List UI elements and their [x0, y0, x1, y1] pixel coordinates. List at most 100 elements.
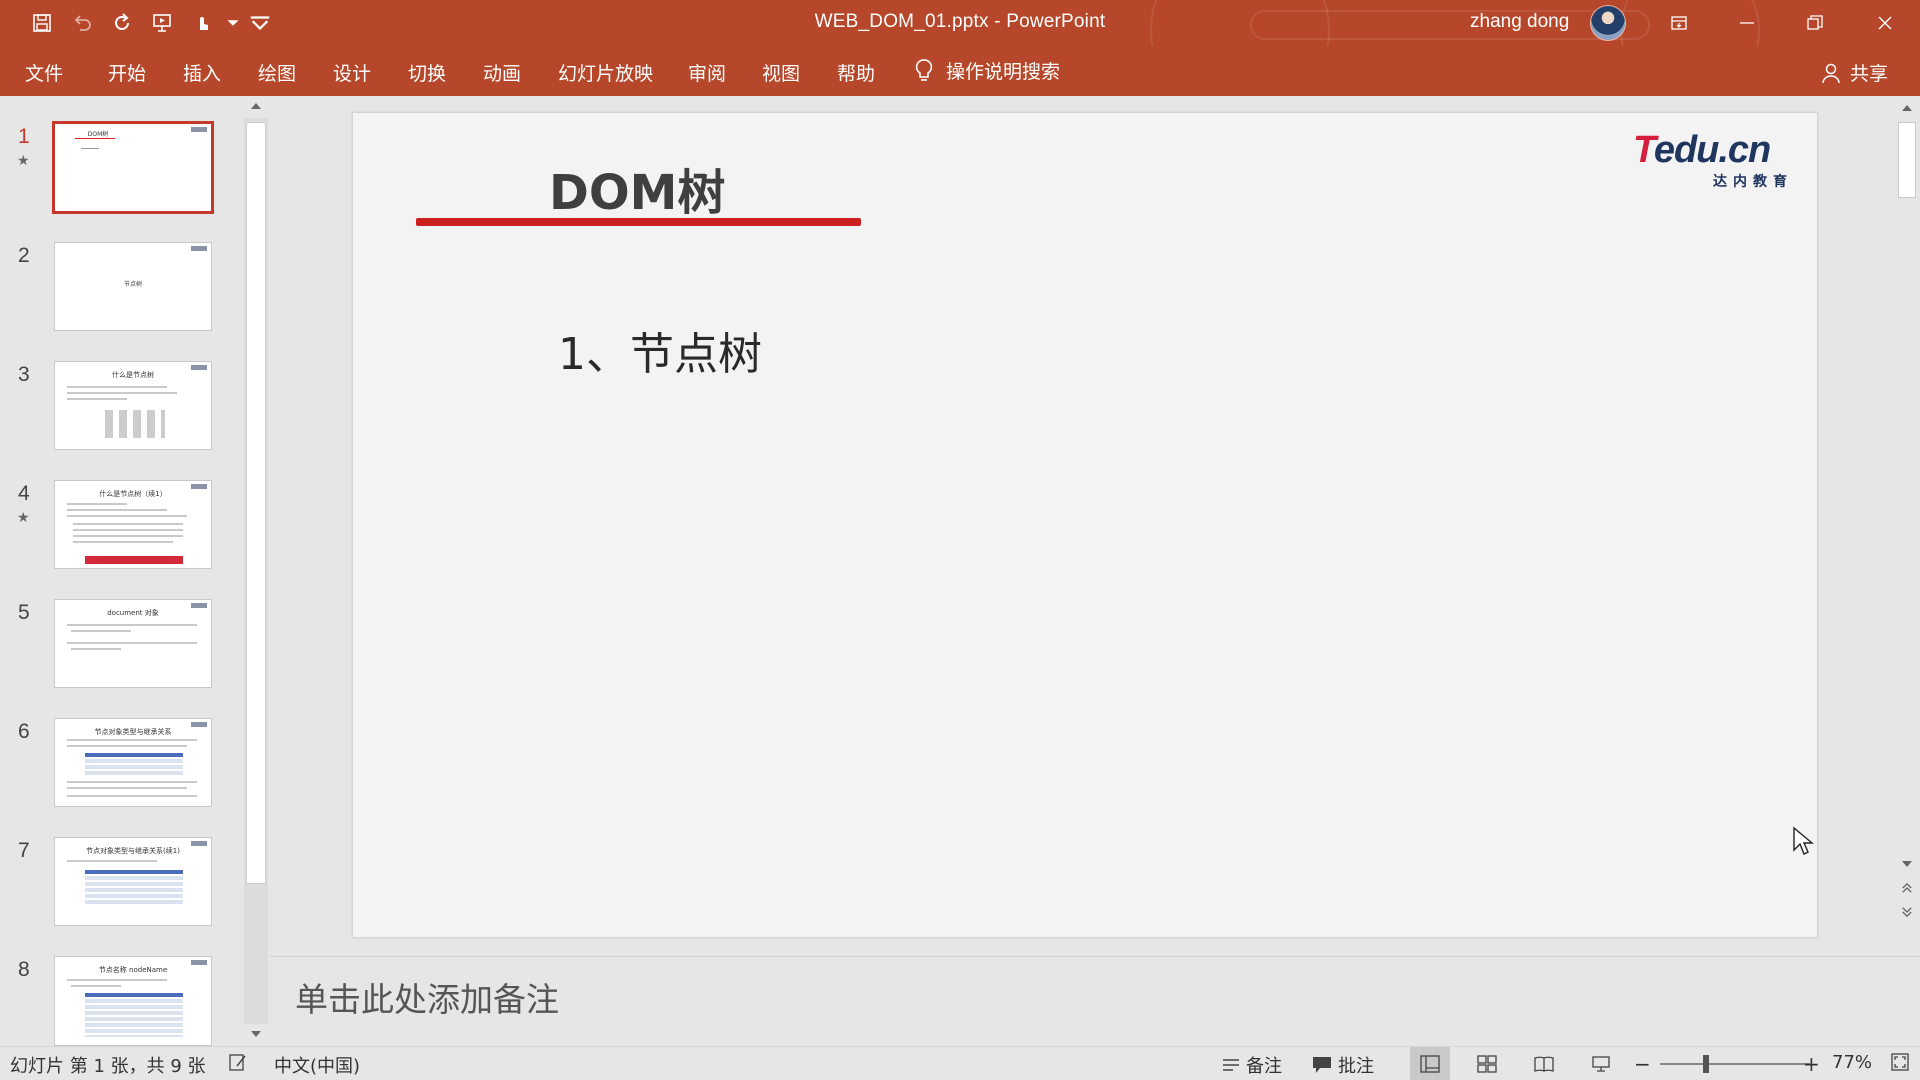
- thumbnail-title: 什么是节点树: [112, 371, 154, 379]
- thumbnail-text-line: [67, 503, 127, 505]
- thumbnail-item[interactable]: 5 document 对象: [0, 599, 240, 709]
- thumbnail-title: 节点名称 nodeName: [98, 966, 168, 974]
- scroll-up-arrow-icon[interactable]: [1895, 98, 1919, 118]
- share-label: 共享: [1850, 63, 1889, 85]
- close-icon[interactable]: [1851, 0, 1919, 46]
- thumbnail-slide-4[interactable]: 什么是节点树（续1）: [54, 480, 212, 569]
- fit-to-window-icon[interactable]: [1890, 1052, 1910, 1072]
- thumbnail-text-line: [81, 148, 99, 149]
- scroll-up-arrow-icon[interactable]: [244, 96, 268, 116]
- zoom-in-button[interactable]: +: [1803, 1052, 1820, 1076]
- comments-toggle-button[interactable]: 批注: [1312, 1052, 1374, 1078]
- slide-sorter-icon[interactable]: [1467, 1047, 1507, 1080]
- tab-slideshow[interactable]: 幻灯片放映: [558, 59, 653, 86]
- comment-icon: [1313, 1057, 1331, 1073]
- tab-insert[interactable]: 插入: [183, 59, 221, 86]
- notes-placeholder[interactable]: 单击此处添加备注: [295, 973, 559, 1021]
- language-indicator[interactable]: 中文(中国): [274, 1052, 360, 1078]
- thumbnail-text-line: [67, 386, 167, 388]
- thumbnail-title: 节点对象类型与继承关系(续1): [86, 847, 180, 855]
- thumbnail-text-line: [67, 624, 197, 626]
- thumbnail-item[interactable]: 7 节点对象类型与继承关系(续1): [0, 837, 240, 947]
- thumbnail-text-line: [67, 745, 187, 747]
- thumbnail-number: 2: [18, 244, 30, 267]
- scroll-down-arrow-icon[interactable]: [244, 1024, 268, 1044]
- thumbnail-item[interactable]: 3 什么是节点树: [0, 361, 240, 471]
- tab-draw[interactable]: 绘图: [258, 59, 296, 86]
- reading-view-icon[interactable]: [1524, 1047, 1564, 1080]
- thumbnail-slide-8[interactable]: 节点名称 nodeName: [54, 956, 212, 1046]
- thumbnail-title: 什么是节点树（续1）: [99, 490, 167, 498]
- thumbnail-slide-3[interactable]: 什么是节点树: [54, 361, 212, 450]
- zoom-level[interactable]: 77%: [1832, 1052, 1872, 1073]
- animation-star-icon: ★: [17, 153, 30, 169]
- slide-scrollbar[interactable]: [1894, 96, 1920, 956]
- thumbnail-item[interactable]: 6 节点对象类型与继承关系: [0, 718, 240, 828]
- slide-title[interactable]: DOM树: [549, 153, 725, 223]
- thumbnail-number: 5: [18, 601, 30, 624]
- thumbnail-slide-2[interactable]: 节点树: [54, 242, 212, 331]
- thumbnail-text-line: [67, 392, 177, 394]
- user-name[interactable]: zhang dong: [1470, 11, 1569, 33]
- thumbnail-slide-6[interactable]: 节点对象类型与继承关系: [54, 718, 212, 807]
- person-icon: [1822, 63, 1840, 83]
- tab-design[interactable]: 设计: [333, 59, 371, 86]
- notes-toggle-button[interactable]: 备注: [1222, 1052, 1282, 1078]
- scroll-thumb[interactable]: [1898, 122, 1916, 198]
- thumbnail-number: 1: [18, 125, 30, 148]
- ribbon-display-options-icon[interactable]: [1645, 0, 1713, 46]
- thumbnail-text-line: [67, 642, 197, 644]
- thumbnail-slide-5[interactable]: document 对象: [54, 599, 212, 688]
- previous-slide-icon[interactable]: [1895, 878, 1919, 898]
- thumbnail-text-line: [67, 398, 127, 400]
- tab-help[interactable]: 帮助: [837, 59, 875, 86]
- next-slide-icon[interactable]: [1895, 902, 1919, 922]
- zoom-slider[interactable]: [1660, 1063, 1810, 1065]
- thumbnail-text-line: [67, 979, 167, 981]
- notes-pane[interactable]: 单击此处添加备注: [270, 956, 1920, 1048]
- thumbnail-table: [85, 753, 183, 775]
- logo-wordmark: Tedu.cn: [1633, 129, 1771, 171]
- document-title: WEB_DOM_01.pptx - PowerPoint: [814, 11, 1106, 32]
- restore-icon[interactable]: [1781, 0, 1849, 46]
- tab-file[interactable]: 文件: [25, 59, 63, 86]
- zoom-slider-thumb[interactable]: [1703, 1055, 1709, 1073]
- thumbnail-item[interactable]: 1 ★ DOM树: [0, 121, 240, 233]
- share-button[interactable]: 共享: [1820, 59, 1888, 86]
- thumbnail-number: 6: [18, 720, 30, 743]
- title-bar: WEB_DOM_01.pptx - PowerPoint zhang dong: [0, 0, 1920, 46]
- tab-animations[interactable]: 动画: [483, 59, 521, 86]
- thumbnail-logo: [191, 246, 207, 251]
- tab-review[interactable]: 审阅: [688, 59, 726, 86]
- status-bar: 幻灯片 第 1 张，共 9 张 中文(中国) 备注 批注 − + 77%: [0, 1046, 1920, 1080]
- slide-body-text[interactable]: 1、节点树: [558, 318, 762, 382]
- thumbnail-scrollbar[interactable]: [244, 96, 268, 1046]
- thumbnail-number: 7: [18, 839, 30, 862]
- tab-view[interactable]: 视图: [762, 59, 800, 86]
- thumbnail-text-line: [73, 541, 173, 543]
- tab-transitions[interactable]: 切换: [408, 59, 446, 86]
- tab-home[interactable]: 开始: [108, 59, 146, 86]
- current-slide[interactable]: DOM树 1、节点树 Tedu.cn 达内教育: [352, 112, 1818, 938]
- thumbnail-text-line: [71, 648, 121, 650]
- scroll-down-arrow-icon[interactable]: [1895, 854, 1919, 874]
- slide-editing-area: DOM树 1、节点树 Tedu.cn 达内教育: [270, 96, 1892, 954]
- zoom-out-button[interactable]: −: [1634, 1052, 1651, 1076]
- thumbnail-item[interactable]: 2 节点树: [0, 242, 240, 352]
- mouse-cursor-icon: [1793, 826, 1814, 855]
- thumbnail-text-line: [67, 739, 197, 741]
- thumbnail-title: 节点树: [123, 281, 142, 288]
- notes-icon: [1223, 1059, 1239, 1071]
- minimize-icon[interactable]: [1713, 0, 1781, 46]
- normal-view-icon[interactable]: [1410, 1047, 1450, 1080]
- avatar[interactable]: [1590, 5, 1626, 41]
- thumbnail-slide-7[interactable]: 节点对象类型与继承关系(续1): [54, 837, 212, 926]
- scroll-thumb[interactable]: [246, 122, 266, 884]
- tell-me-search[interactable]: 操作说明搜索: [912, 57, 1060, 84]
- thumbnail-slide-1[interactable]: DOM树: [52, 121, 214, 214]
- slideshow-view-icon[interactable]: [1581, 1047, 1621, 1080]
- thumbnail-number: 3: [18, 363, 30, 386]
- spellcheck-icon[interactable]: [228, 1052, 248, 1072]
- thumbnail-item[interactable]: 4 ★ 什么是节点树（续1）: [0, 480, 240, 590]
- thumbnail-highlight-box: [85, 556, 183, 564]
